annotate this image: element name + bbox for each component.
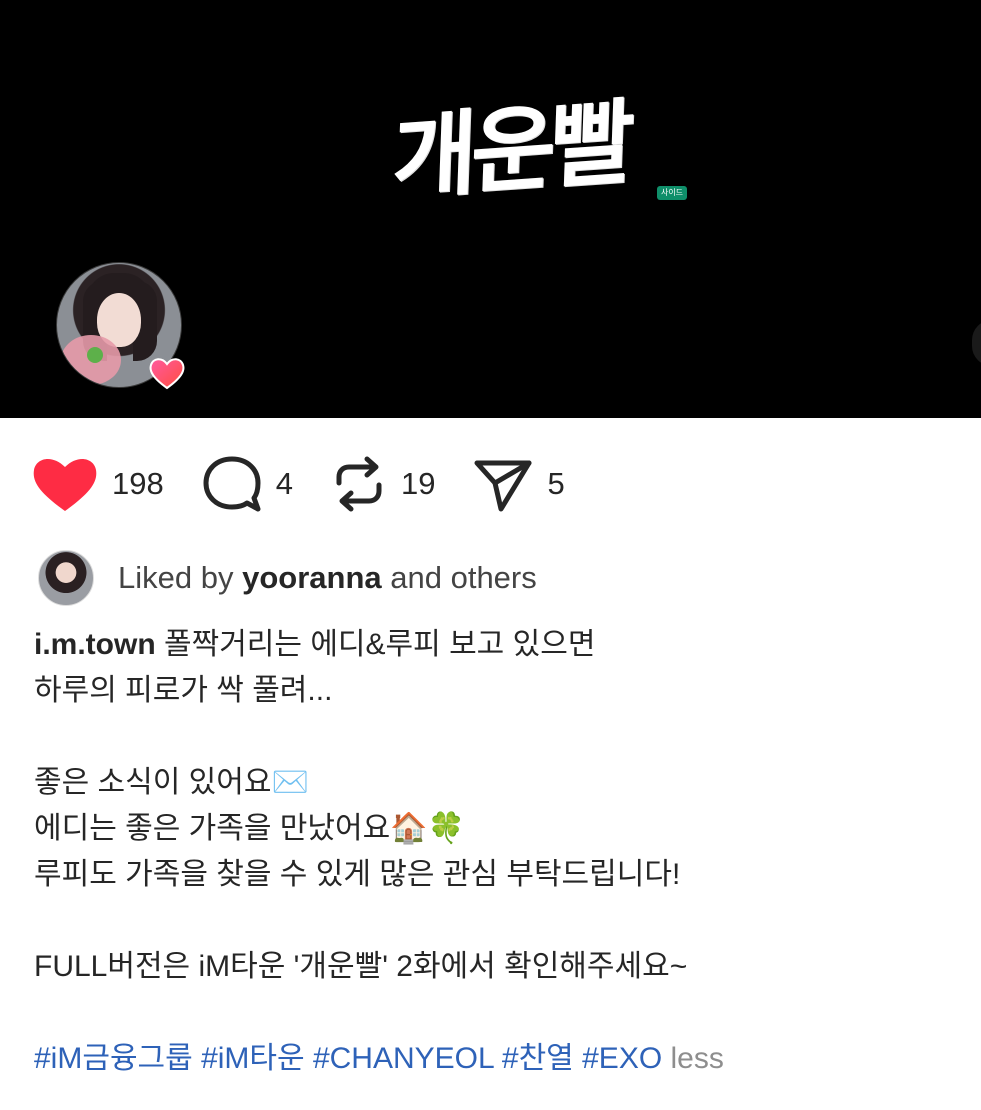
send-icon: [471, 453, 535, 515]
media-title-badge: 사이드: [657, 186, 687, 200]
post-caption: i.m.town 폴짝거리는 에디&루피 보고 있으면 하루의 피로가 싹 풀려…: [34, 622, 954, 1082]
liked-by-avatar: [38, 550, 94, 606]
liked-by-row[interactable]: Liked by yooranna and others: [38, 550, 537, 606]
caption-line-1: 폴짝거리는 에디&루피 보고 있으면: [164, 628, 596, 661]
share-count: 5: [547, 466, 565, 501]
author-avatar[interactable]: [56, 262, 185, 390]
repost-icon: [329, 453, 389, 515]
caption-line-5: 루피도 가족을 찾을 수 있게 많은 관심 부탁드립니다!: [34, 858, 681, 891]
media-next-button[interactable]: [972, 320, 981, 366]
less-link[interactable]: less: [671, 1042, 724, 1075]
liked-by-user[interactable]: yooranna: [242, 560, 382, 595]
repost-count: 19: [400, 466, 436, 501]
house-clover-icon: 🏠🍀: [390, 811, 465, 846]
like-button[interactable]: 198: [30, 453, 164, 515]
envelope-icon: ✉️: [271, 765, 309, 800]
post-media[interactable]: 개운빨 사이드: [0, 0, 981, 418]
repost-button[interactable]: 19: [329, 453, 435, 515]
comment-button[interactable]: 4: [200, 453, 293, 515]
like-count: 198: [112, 466, 164, 501]
caption-hashtags[interactable]: #iM금융그룹 #iM타운 #CHANYEOL #찬열 #EXO: [34, 1042, 662, 1075]
caption-username[interactable]: i.m.town: [34, 628, 156, 661]
share-button[interactable]: 5: [471, 453, 565, 515]
liked-by-prefix: Liked by: [118, 560, 234, 595]
comment-count: 4: [275, 466, 293, 501]
comment-icon: [200, 453, 264, 515]
caption-line-6: FULL버전은 iM타운 '개운빨' 2화에서 확인해주세요~: [34, 950, 688, 983]
caption-line-4: 에디는 좋은 가족을 만났어요: [34, 812, 391, 845]
liked-by-suffix: and others: [390, 560, 537, 595]
media-title-art: 개운빨: [390, 87, 630, 213]
action-bar: 198 4 19 5: [30, 448, 601, 520]
heart-badge-icon: [148, 354, 186, 392]
caption-line-2: 하루의 피로가 싹 풀려...: [34, 674, 333, 707]
caption-line-3: 좋은 소식이 있어요: [34, 766, 272, 799]
heart-icon: [30, 453, 100, 515]
liked-by-text: Liked by yooranna and others: [118, 560, 537, 596]
